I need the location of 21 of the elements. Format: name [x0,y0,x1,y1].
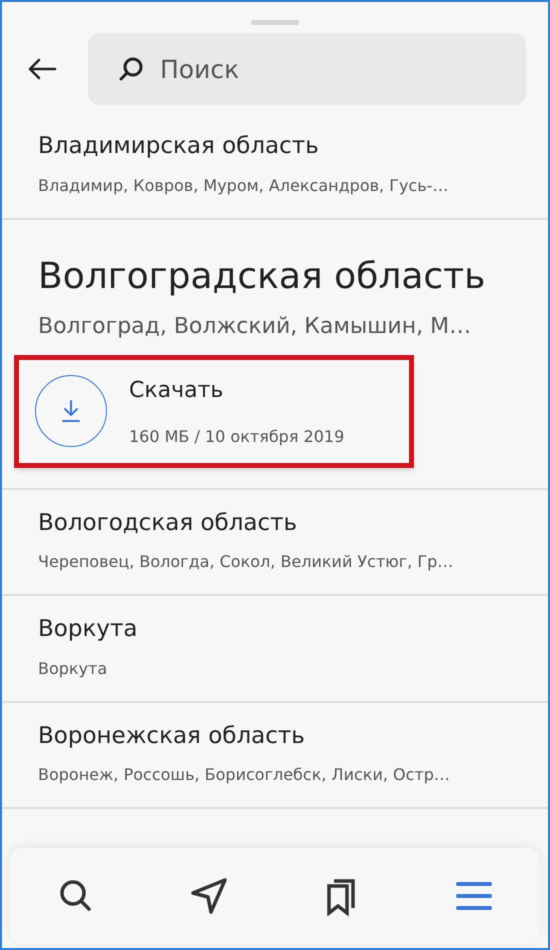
download-info: 160 МБ / 10 октября 2019 [129,426,344,448]
region-cities: Воркута [38,658,108,680]
region-title: Владимирская область [38,132,320,161]
drag-handle[interactable] [251,20,299,25]
region-item[interactable]: Владимирская область Владимир, Ковров, Муром, Александров, Гусь-… [2,113,548,220]
region-cities: Владимир, Ковров, Муром, Александров, Гусь-… [38,174,450,196]
download-label[interactable]: Скачать [129,374,344,406]
region-title: Воркута [38,615,138,644]
region-title: Воронежская область [38,722,306,750]
region-title: Вологодская область [38,508,298,538]
region-cities: Воронеж, Россошь, Борисоглебск, Лиски, Остр… [38,764,451,786]
search-field[interactable]: Поиск [88,33,526,105]
region-item[interactable]: Вологодская область Череповец, Вологда, Сокол, Великий Устюг, Гр… [2,490,548,596]
region-title: Волгоградская область [38,254,486,298]
region-item[interactable]: Воркута Воркута [2,596,548,702]
region-cities: Волгоград, Волжский, Камышин, М… [38,312,472,340]
download-icon[interactable] [35,375,107,447]
region-item[interactable]: Воронежская область Воронеж, Россошь, Борисоглебск, Лиски, Остр… [2,702,548,809]
search-icon [118,56,144,82]
region-cities: Череповец, Вологда, Сокол, Великий Устюг, Гр… [38,551,454,573]
region-item[interactable]: Волгоградская область Волгоград, Волжский, Камышин, М… Скачать 160 МБ / 10 октября 2019 [2,220,548,490]
